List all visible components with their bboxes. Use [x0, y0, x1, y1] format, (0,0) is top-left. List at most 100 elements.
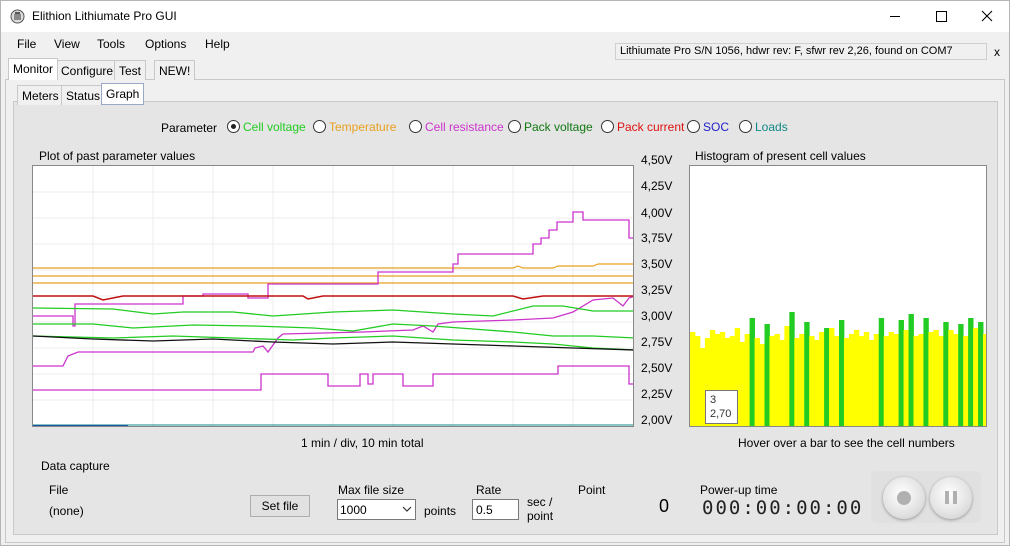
- y-tick-label: 4,50V: [641, 153, 673, 167]
- radio-label: Pack voltage: [524, 120, 593, 134]
- histogram-bar[interactable]: [759, 344, 765, 427]
- histogram-bar[interactable]: [819, 332, 825, 427]
- tab-status[interactable]: Status: [61, 85, 106, 105]
- histogram-bar[interactable]: [739, 342, 746, 427]
- tab-monitor[interactable]: Monitor: [8, 58, 59, 80]
- menu-file[interactable]: File: [17, 37, 36, 51]
- tooltip-cell-value: 2,70: [710, 408, 732, 420]
- radio-pack-current[interactable]: Pack current: [601, 120, 684, 134]
- histogram-bar[interactable]: [848, 334, 855, 427]
- close-button[interactable]: [964, 1, 1010, 32]
- menu-options[interactable]: Options: [145, 37, 186, 51]
- histogram-bar[interactable]: [809, 336, 815, 427]
- pause-button[interactable]: [930, 477, 972, 519]
- menu-help[interactable]: Help: [205, 37, 230, 51]
- histogram-bar[interactable]: [824, 328, 830, 427]
- status-close-button[interactable]: x: [994, 45, 1000, 59]
- radio-label: Cell resistance: [425, 120, 504, 134]
- radio-label: Pack current: [617, 120, 685, 134]
- histogram-bar[interactable]: [913, 336, 919, 427]
- point-value: 0: [659, 496, 670, 516]
- window-title: Elithion Lithiumate Pro GUI: [32, 9, 177, 23]
- radio-temperature[interactable]: Temperature: [313, 120, 396, 134]
- histogram-bar[interactable]: [978, 322, 984, 427]
- radio-soc[interactable]: SOC: [687, 120, 729, 134]
- histogram-bar[interactable]: [794, 338, 800, 427]
- histogram-bar[interactable]: [694, 336, 701, 427]
- app-icon: [10, 9, 25, 24]
- max-file-size-select[interactable]: 1000: [337, 499, 416, 520]
- radio-dot: [313, 120, 326, 133]
- histogram-bar[interactable]: [863, 332, 870, 427]
- histogram-bar[interactable]: [804, 322, 810, 427]
- histogram-bar[interactable]: [769, 336, 775, 427]
- histogram-bar[interactable]: [744, 334, 750, 427]
- histogram-bar[interactable]: [968, 318, 974, 427]
- histogram-bar[interactable]: [784, 326, 790, 427]
- histogram-bar[interactable]: [933, 330, 939, 427]
- histogram-bar[interactable]: [868, 340, 875, 427]
- maximize-button[interactable]: [918, 1, 964, 32]
- minimize-button[interactable]: [872, 1, 918, 32]
- histogram-bar[interactable]: [928, 332, 934, 427]
- radio-pack-voltage[interactable]: Pack voltage: [508, 120, 593, 134]
- histogram-bar[interactable]: [923, 318, 929, 427]
- rate-input[interactable]: 0.5: [472, 499, 519, 520]
- record-button[interactable]: [883, 477, 925, 519]
- histogram-bar[interactable]: [853, 330, 860, 427]
- histogram-bar[interactable]: [774, 334, 780, 427]
- histogram-bar[interactable]: [908, 314, 914, 427]
- histogram-bar[interactable]: [898, 320, 904, 427]
- histogram-bar[interactable]: [963, 336, 969, 427]
- histogram-bar[interactable]: [888, 332, 895, 427]
- radio-loads[interactable]: Loads: [739, 120, 788, 134]
- menu-tools[interactable]: Tools: [97, 37, 125, 51]
- histogram-bar[interactable]: [839, 320, 845, 427]
- tab-test[interactable]: Test: [114, 60, 147, 80]
- tab-configure[interactable]: Configure: [56, 60, 119, 80]
- histogram-bar[interactable]: [754, 338, 760, 427]
- tab-meters[interactable]: Meters: [17, 85, 64, 105]
- histogram-bar[interactable]: [938, 336, 944, 427]
- histogram-bar[interactable]: [749, 318, 755, 427]
- histogram-bar[interactable]: [903, 330, 909, 427]
- histogram-bar[interactable]: [918, 334, 924, 427]
- histogram-bar[interactable]: [983, 334, 987, 427]
- histogram-bar[interactable]: [948, 330, 954, 427]
- rate-label: Rate: [476, 483, 502, 497]
- radio-cell-voltage[interactable]: Cell voltage: [227, 120, 306, 134]
- histogram-bar[interactable]: [779, 340, 785, 427]
- histogram-bar[interactable]: [878, 318, 885, 427]
- radio-label: Cell voltage: [243, 120, 306, 134]
- tooltip-cell-number: 3: [710, 394, 717, 406]
- histogram-bar[interactable]: [829, 328, 835, 427]
- menu-view[interactable]: View: [54, 37, 80, 51]
- y-tick-label: 2,50V: [641, 361, 673, 375]
- histogram-bar[interactable]: [883, 336, 890, 427]
- radio-dot: [601, 120, 614, 133]
- histogram-bar[interactable]: [943, 322, 949, 427]
- histogram-caption: Hover over a bar to see the cell numbers: [738, 436, 955, 450]
- histogram-bar[interactable]: [893, 334, 899, 427]
- histogram-plot[interactable]: [689, 165, 987, 427]
- y-tick-label: 3,00V: [641, 309, 673, 323]
- histogram-bar[interactable]: [858, 336, 865, 427]
- tab-graph[interactable]: Graph: [101, 83, 145, 105]
- histogram-bar[interactable]: [799, 334, 805, 427]
- histogram-bar[interactable]: [843, 338, 850, 427]
- pause-icon: [945, 491, 957, 504]
- histogram-bar[interactable]: [973, 328, 979, 427]
- tab-new[interactable]: NEW!: [154, 60, 196, 80]
- histogram-bar[interactable]: [873, 334, 880, 427]
- histogram-bar[interactable]: [953, 334, 959, 427]
- set-file-button[interactable]: Set file: [250, 495, 310, 517]
- radio-cell-resistance[interactable]: Cell resistance: [409, 120, 504, 134]
- histogram-bar[interactable]: [764, 324, 770, 427]
- histogram-bar[interactable]: [958, 324, 964, 427]
- histogram-bar[interactable]: [834, 336, 840, 427]
- histogram-bar[interactable]: [814, 340, 820, 427]
- histogram-bar[interactable]: [690, 332, 696, 427]
- y-tick-label: 4,25V: [641, 179, 673, 193]
- histogram-bar[interactable]: [789, 312, 795, 427]
- powerup-time-label: Power-up time: [700, 483, 778, 497]
